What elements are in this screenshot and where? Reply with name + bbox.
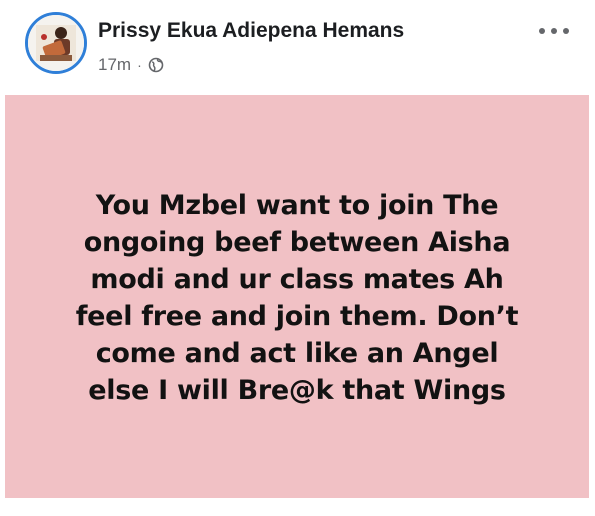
post-text-line: feel free and join them. Don’t xyxy=(75,300,519,332)
post-text-line: come and act like an Angel xyxy=(95,337,499,369)
avatar-image xyxy=(28,15,84,71)
more-dot xyxy=(563,28,569,34)
author-name[interactable]: Prissy Ekua Adiepena Hemans xyxy=(98,19,404,43)
post-text-line: modi and ur class mates Ah xyxy=(90,263,504,295)
post-content[interactable]: You Mzbel want to join The ongoing beef … xyxy=(5,95,589,498)
post-meta: 17m · xyxy=(98,55,164,75)
post-header: Prissy Ekua Adiepena Hemans 17m · xyxy=(0,0,595,92)
timestamp[interactable]: 17m xyxy=(98,55,131,75)
globe-icon xyxy=(148,57,164,73)
more-dot xyxy=(539,28,545,34)
post-text: You Mzbel want to join The ongoing beef … xyxy=(37,187,557,409)
meta-separator: · xyxy=(137,57,142,73)
avatar[interactable] xyxy=(25,12,87,74)
post-text-line: ongoing beef between Aisha xyxy=(83,226,511,258)
post-text-line: You Mzbel want to join The xyxy=(95,189,499,221)
more-options-icon[interactable] xyxy=(539,24,569,38)
post-text-line: else I will Bre@k that Wings xyxy=(88,374,506,406)
more-dot xyxy=(551,28,557,34)
